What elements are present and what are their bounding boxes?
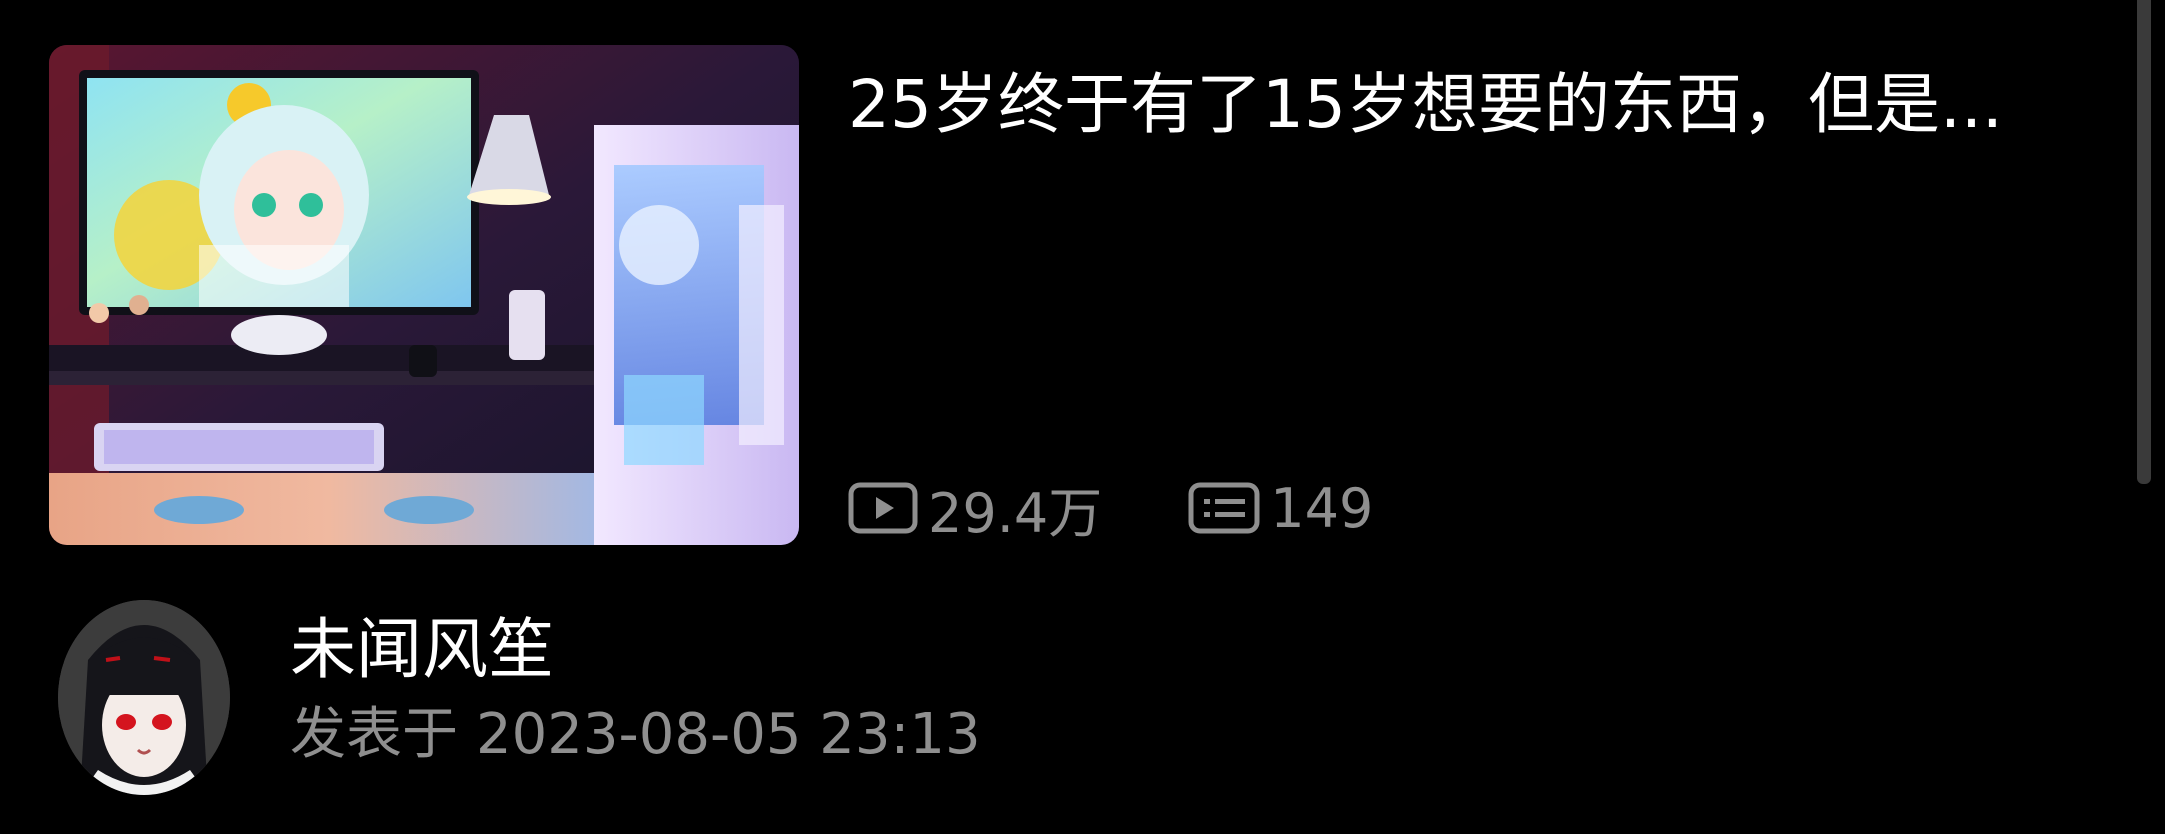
play-count: 29.4万 [848,469,1102,548]
video-stats: 29.4万 149 [848,475,1373,545]
play-icon [848,482,918,534]
avatar[interactable] [58,600,230,795]
video-title[interactable]: 25岁终于有了15岁想要的东西，但是... [848,62,2078,148]
author-info[interactable]: 未闻风笙 发表于 2023-08-05 23:13 [0,590,2165,810]
play-count-value: 29.4万 [928,481,1103,545]
scrollbar[interactable] [2137,0,2151,484]
video-thumbnail[interactable] [49,45,799,545]
video-card[interactable]: 25岁终于有了15岁想要的东西，但是... 29.4万 149 [0,0,2165,560]
comment-count-value: 149 [1270,476,1374,540]
author-name[interactable]: 未闻风笙 [290,610,554,690]
comment-count: 149 [1188,477,1373,540]
publish-label: 发表于 [290,702,458,767]
desk-setup-image [49,45,799,545]
publish-info: 发表于 2023-08-05 23:13 [290,700,981,770]
avatar-image [58,600,230,795]
publish-time: 2023-08-05 23:13 [476,702,981,767]
comment-icon [1188,482,1260,534]
